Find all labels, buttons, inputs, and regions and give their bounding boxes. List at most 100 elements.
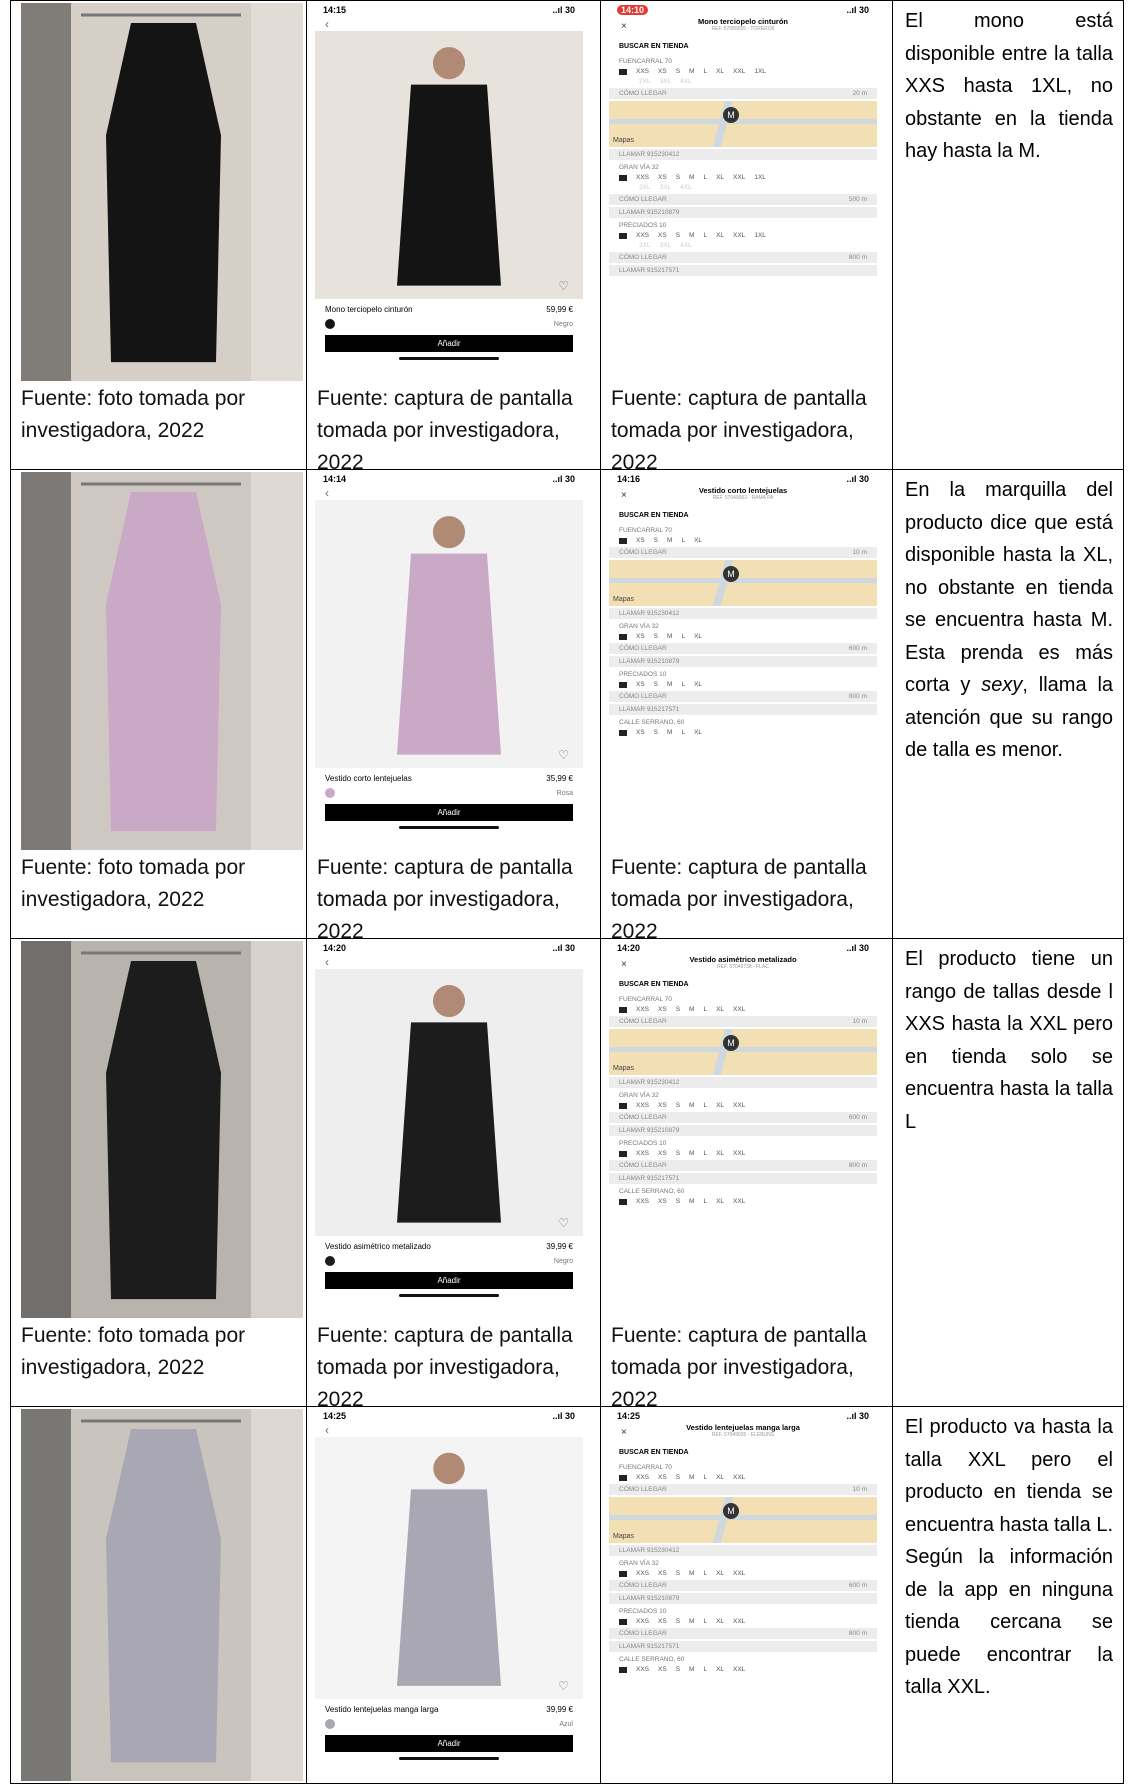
size-option[interactable]: XXL bbox=[733, 1474, 745, 1481]
call-row[interactable]: LLAMAR 915217571 bbox=[609, 1641, 877, 1652]
size-option[interactable]: M bbox=[689, 1666, 694, 1673]
add-button[interactable]: Añadir bbox=[325, 1272, 573, 1289]
heart-icon[interactable]: ♡ bbox=[558, 1679, 569, 1693]
size-option[interactable]: XL bbox=[716, 1102, 724, 1109]
size-option[interactable]: XL bbox=[716, 1198, 724, 1205]
heart-icon[interactable]: ♡ bbox=[558, 279, 569, 293]
size-option[interactable]: 4XL bbox=[680, 78, 692, 85]
size-option[interactable]: XXS bbox=[636, 1102, 649, 1109]
size-option[interactable]: S bbox=[654, 681, 658, 688]
call-row[interactable]: LLAMAR 915210879 bbox=[609, 207, 877, 218]
size-option[interactable]: XXS bbox=[636, 1570, 649, 1577]
size-option[interactable]: XS bbox=[658, 1006, 667, 1013]
call-row[interactable]: LLAMAR 915217571 bbox=[609, 1173, 877, 1184]
size-option[interactable]: S bbox=[654, 729, 658, 736]
size-option[interactable]: M bbox=[689, 1198, 694, 1205]
size-option[interactable]: L bbox=[681, 681, 685, 688]
call-row[interactable]: LLAMAR 915210879 bbox=[609, 656, 877, 667]
size-option[interactable]: L bbox=[681, 537, 685, 544]
size-option[interactable]: XXS bbox=[636, 174, 649, 181]
size-option[interactable]: XS bbox=[658, 232, 667, 239]
size-option[interactable]: S bbox=[676, 1474, 680, 1481]
size-option[interactable]: M bbox=[667, 729, 672, 736]
size-option[interactable]: XL bbox=[716, 1666, 724, 1673]
size-option[interactable]: L bbox=[703, 1150, 707, 1157]
directions-row[interactable]: CÓMO LLEGAR 10 m bbox=[609, 1016, 877, 1027]
store-map[interactable]: M Mapas bbox=[609, 1029, 877, 1075]
size-option[interactable]: XXL bbox=[733, 232, 745, 239]
call-row[interactable]: LLAMAR 915210879 bbox=[609, 1125, 877, 1136]
size-option[interactable]: 1XL bbox=[754, 232, 766, 239]
size-option[interactable]: 2XL bbox=[639, 78, 651, 85]
size-option[interactable]: M bbox=[689, 1570, 694, 1577]
add-button[interactable]: Añadir bbox=[325, 804, 573, 821]
size-option[interactable]: XS bbox=[636, 537, 645, 544]
call-row[interactable]: LLAMAR 915210879 bbox=[609, 1593, 877, 1604]
size-option[interactable]: L bbox=[681, 729, 685, 736]
store-map[interactable]: M Mapas bbox=[609, 560, 877, 606]
size-option[interactable]: XS bbox=[658, 1618, 667, 1625]
size-option[interactable]: XL bbox=[694, 729, 702, 736]
size-option[interactable]: XL bbox=[716, 232, 724, 239]
size-option[interactable]: XL bbox=[716, 1006, 724, 1013]
size-option[interactable]: XXL bbox=[733, 1198, 745, 1205]
size-option[interactable]: XS bbox=[658, 1150, 667, 1157]
directions-row[interactable]: CÓMO LLEGAR 800 m bbox=[609, 252, 877, 263]
size-option[interactable]: 3XL bbox=[660, 78, 672, 85]
heart-icon[interactable]: ♡ bbox=[558, 1216, 569, 1230]
size-option[interactable]: XXS bbox=[636, 1198, 649, 1205]
size-option[interactable]: M bbox=[667, 537, 672, 544]
size-option[interactable]: S bbox=[676, 1198, 680, 1205]
size-option[interactable]: M bbox=[689, 1618, 694, 1625]
size-option[interactable]: XS bbox=[658, 1198, 667, 1205]
size-option[interactable]: S bbox=[654, 633, 658, 640]
size-option[interactable]: S bbox=[676, 174, 680, 181]
directions-row[interactable]: CÓMO LLEGAR 800 m bbox=[609, 691, 877, 702]
size-option[interactable]: XS bbox=[636, 729, 645, 736]
color-swatch[interactable] bbox=[325, 1719, 335, 1729]
back-icon[interactable]: ‹ bbox=[315, 1423, 583, 1437]
size-option[interactable]: XXS bbox=[636, 232, 649, 239]
size-option[interactable]: XS bbox=[636, 633, 645, 640]
size-option[interactable]: XXS bbox=[636, 68, 649, 75]
store-map[interactable]: M Mapas bbox=[609, 1497, 877, 1543]
size-option[interactable]: XXL bbox=[733, 1666, 745, 1673]
size-option[interactable]: L bbox=[703, 1006, 707, 1013]
size-option[interactable]: S bbox=[676, 1570, 680, 1577]
size-option[interactable]: XL bbox=[716, 174, 724, 181]
close-icon[interactable]: × bbox=[621, 1427, 627, 1438]
size-option[interactable]: XL bbox=[716, 1474, 724, 1481]
directions-row[interactable]: CÓMO LLEGAR 600 m bbox=[609, 643, 877, 654]
size-option[interactable]: M bbox=[689, 232, 694, 239]
size-option[interactable]: M bbox=[689, 1006, 694, 1013]
directions-row[interactable]: CÓMO LLEGAR 10 m bbox=[609, 1484, 877, 1495]
directions-row[interactable]: CÓMO LLEGAR 500 m bbox=[609, 194, 877, 205]
size-option[interactable]: 1XL bbox=[754, 174, 766, 181]
size-option[interactable]: 2XL bbox=[639, 242, 651, 249]
size-option[interactable]: S bbox=[676, 1666, 680, 1673]
size-option[interactable]: XXS bbox=[636, 1150, 649, 1157]
size-option[interactable]: XXL bbox=[733, 68, 745, 75]
size-option[interactable]: XXS bbox=[636, 1006, 649, 1013]
color-swatch[interactable] bbox=[325, 788, 335, 798]
size-option[interactable]: XXL bbox=[733, 1618, 745, 1625]
call-row[interactable]: LLAMAR 915230412 bbox=[609, 149, 877, 160]
size-option[interactable]: 2XL bbox=[639, 184, 651, 191]
size-option[interactable]: XXS bbox=[636, 1666, 649, 1673]
size-option[interactable]: XS bbox=[658, 1666, 667, 1673]
size-option[interactable]: XL bbox=[716, 1570, 724, 1577]
add-button[interactable]: Añadir bbox=[325, 335, 573, 352]
size-option[interactable]: XS bbox=[658, 68, 667, 75]
size-option[interactable]: M bbox=[689, 68, 694, 75]
size-option[interactable]: L bbox=[703, 68, 707, 75]
call-row[interactable]: LLAMAR 915230412 bbox=[609, 608, 877, 619]
size-option[interactable]: S bbox=[676, 1006, 680, 1013]
size-option[interactable]: L bbox=[703, 174, 707, 181]
size-option[interactable]: XL bbox=[716, 68, 724, 75]
directions-row[interactable]: CÓMO LLEGAR 20 m bbox=[609, 88, 877, 99]
size-option[interactable]: L bbox=[703, 1102, 707, 1109]
size-option[interactable]: L bbox=[703, 1618, 707, 1625]
size-option[interactable]: L bbox=[681, 633, 685, 640]
size-option[interactable]: 3XL bbox=[660, 184, 672, 191]
size-option[interactable]: M bbox=[667, 681, 672, 688]
